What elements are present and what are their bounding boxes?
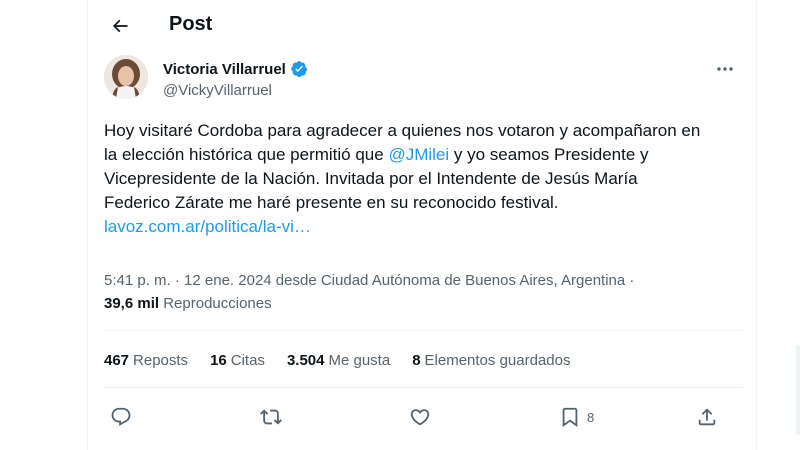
divider (104, 330, 742, 331)
more-dots-icon (717, 67, 733, 71)
right-gutter (757, 0, 800, 450)
repost-icon (260, 409, 282, 425)
heart-icon (410, 409, 430, 426)
views-label: Reproducciones (159, 295, 272, 312)
url-link[interactable]: lavoz.com.ar/politica/la-vi… (104, 217, 311, 236)
page-title: Post (169, 13, 213, 35)
stat-likes[interactable]: 3.504 Me gusta (287, 352, 390, 369)
share-icon (698, 408, 716, 426)
bookmark-button[interactable]: 8 (559, 404, 594, 430)
views-count: 39,6 mil (104, 295, 160, 312)
bookmark-count: 8 (587, 409, 595, 425)
stat-label: Citas (230, 352, 265, 369)
like-button[interactable] (409, 404, 431, 430)
stat-number: 3.504 (286, 352, 325, 369)
post-header: Post (88, 0, 758, 52)
post-time[interactable]: 5:41 p. m. (104, 272, 171, 289)
left-gutter (0, 0, 87, 450)
author-name[interactable]: Victoria Villarruel (163, 61, 286, 78)
post-stats: 467 Reposts 16 Citas 3.504 Me gusta 8 Elemen… (104, 352, 570, 369)
reply-button[interactable] (110, 404, 132, 430)
stat-bookmarks[interactable]: 8 Elementos guardados (412, 352, 570, 369)
arrow-left-icon (112, 19, 128, 33)
author-name-row[interactable]: Victoria Villarruel (163, 60, 308, 78)
more-options-button[interactable] (714, 60, 736, 78)
meta-separator: · (170, 272, 185, 289)
reply-icon (111, 407, 131, 426)
divider (104, 387, 742, 388)
meta-separator: · (625, 272, 635, 289)
stat-label: Me gusta (328, 352, 391, 369)
post-column: Post Victoria Villarruel @VickyVillarrue… (87, 0, 757, 450)
post-text: Hoy visitaré Cordoba para agradecer a qu… (104, 119, 704, 239)
repost-button[interactable] (260, 404, 282, 430)
stat-label: Reposts (133, 352, 189, 369)
scrollbar[interactable] (796, 345, 800, 435)
stat-number: 467 (104, 352, 130, 369)
stat-number: 8 (412, 352, 421, 369)
stat-label: Elementos guardados (424, 352, 571, 369)
back-button[interactable] (106, 12, 134, 40)
mention-link[interactable]: @JMilei (388, 145, 449, 164)
post-location: desde Ciudad Autónoma de Buenos Aires, A… (271, 272, 626, 289)
stat-number: 16 (210, 352, 227, 369)
stat-quotes[interactable]: 16 Citas (210, 352, 265, 369)
bookmark-icon (562, 407, 578, 428)
stat-reposts[interactable]: 467 Reposts (104, 352, 188, 369)
verified-badge-icon (291, 60, 308, 78)
avatar[interactable] (104, 55, 148, 99)
post-meta: 5:41 p. m. · 12 ene. 2024 desde Ciudad A… (104, 269, 664, 315)
share-button[interactable] (696, 404, 718, 430)
post-actions: 8 (110, 404, 740, 430)
author-handle[interactable]: @VickyVillarruel (163, 82, 272, 99)
post-date[interactable]: 12 ene. 2024 (184, 272, 272, 289)
avatar-image (104, 55, 148, 99)
